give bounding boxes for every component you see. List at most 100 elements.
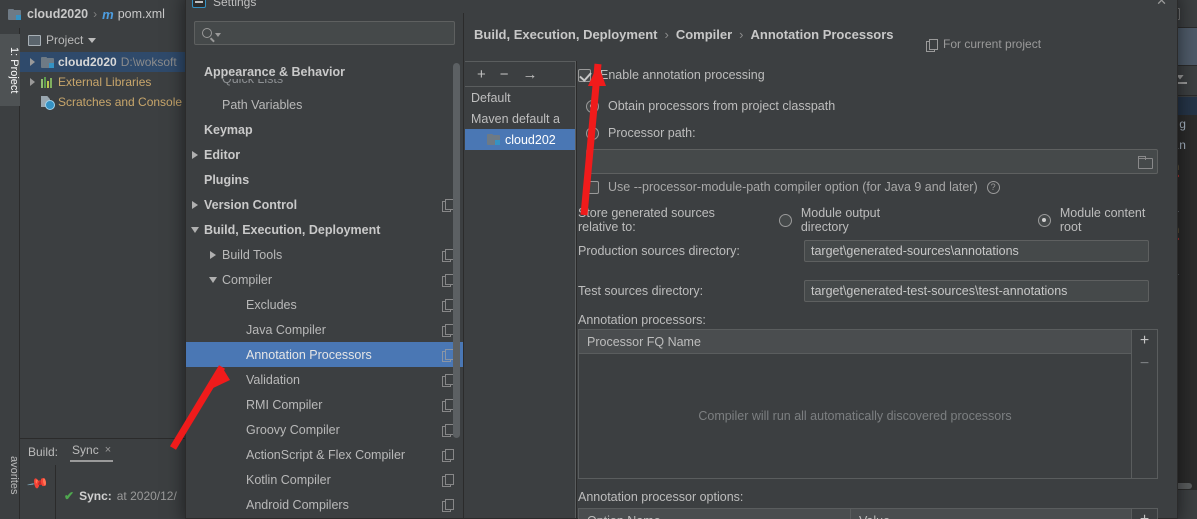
empty-text: Compiler will run all automatically disc… bbox=[698, 409, 1012, 423]
column-header-value-cell[interactable]: Value bbox=[851, 509, 1131, 519]
add-processor-button[interactable]: + bbox=[1140, 333, 1149, 349]
help-icon[interactable]: ? bbox=[986, 180, 1000, 194]
module-list-item-maven-default[interactable]: Maven default a bbox=[465, 108, 575, 129]
expand-arrow-icon[interactable] bbox=[30, 78, 35, 86]
sidebar-item-rmi-compiler[interactable]: RMI Compiler bbox=[186, 392, 463, 417]
enable-annotation-processing-row[interactable]: Enable annotation processing bbox=[578, 68, 765, 82]
close-icon[interactable]: × bbox=[105, 444, 111, 456]
project-tree-item-path: D:\woksoft bbox=[120, 55, 177, 69]
for-current-project-text: For current project bbox=[943, 37, 1042, 51]
expand-arrow-icon[interactable] bbox=[30, 58, 35, 66]
sidebar-item-build-tools[interactable]: Build Tools bbox=[186, 242, 463, 267]
sidebar-item-path-variables[interactable]: Path Variables bbox=[186, 92, 463, 117]
toolwindow-tab-favorites[interactable]: avorites bbox=[0, 438, 20, 513]
chevron-down-icon[interactable] bbox=[88, 37, 97, 43]
copy-settings-icon[interactable] bbox=[442, 199, 454, 212]
build-status-row[interactable]: ✔ Sync: at 2020/12/ bbox=[56, 465, 177, 519]
copy-settings-icon[interactable] bbox=[442, 349, 454, 362]
settings-tree-scrollbar[interactable] bbox=[453, 63, 460, 438]
sidebar-item-validation[interactable]: Validation bbox=[186, 367, 463, 392]
processor-path-input[interactable] bbox=[586, 149, 1158, 174]
pin-icon[interactable]: 📌 bbox=[25, 472, 49, 496]
enable-annotation-processing-checkbox[interactable] bbox=[578, 68, 591, 82]
sidebar-item-android-compilers[interactable]: Android Compilers bbox=[186, 492, 463, 517]
copy-settings-icon[interactable] bbox=[442, 324, 454, 337]
copy-settings-icon[interactable] bbox=[442, 374, 454, 387]
sidebar-item-groovy-compiler[interactable]: Groovy Compiler bbox=[186, 417, 463, 442]
project-panel-header[interactable]: Project bbox=[20, 28, 186, 52]
sidebar-item-java-compiler[interactable]: Java Compiler bbox=[186, 317, 463, 342]
project-tree-item-scratches[interactable]: Scratches and Console bbox=[20, 92, 186, 112]
collapse-arrow-icon[interactable] bbox=[186, 226, 204, 233]
copy-settings-icon[interactable] bbox=[442, 449, 454, 462]
module-output-directory-label: Module output directory bbox=[800, 206, 881, 234]
obtain-processors-radio[interactable] bbox=[586, 99, 599, 113]
module-list-item-default[interactable]: Default bbox=[465, 87, 575, 108]
sidebar-item-label: Excludes bbox=[246, 297, 297, 312]
sidebar-item-keymap[interactable]: Keymap bbox=[186, 117, 463, 142]
use-processor-module-path-checkbox[interactable] bbox=[586, 180, 599, 194]
test-sources-input[interactable]: target\generated-test-sources\test-annot… bbox=[804, 280, 1149, 302]
search-input[interactable] bbox=[224, 26, 454, 40]
settings-search-box[interactable] bbox=[194, 21, 455, 45]
sidebar-item-quick-lists[interactable]: Quick Lists bbox=[186, 79, 463, 92]
dialog-close-button[interactable]: ✕ bbox=[1156, 0, 1167, 9]
sidebar-item-label: Build Tools bbox=[222, 247, 283, 262]
column-header-processor-fq-name[interactable]: Processor FQ Name bbox=[579, 335, 701, 349]
copy-settings-icon[interactable] bbox=[442, 274, 454, 287]
breadcrumb-project[interactable]: cloud2020 bbox=[27, 7, 88, 21]
production-sources-input[interactable]: target\generated-sources\annotations bbox=[804, 240, 1149, 262]
store-generated-sources-row: Store generated sources relative to: Mod… bbox=[578, 206, 1158, 234]
annotation-processor-options-table-main[interactable]: Option Name Value bbox=[579, 509, 1131, 519]
remove-profile-button[interactable]: − bbox=[500, 67, 509, 82]
copy-settings-icon[interactable] bbox=[442, 424, 454, 437]
copy-settings-icon[interactable] bbox=[442, 299, 454, 312]
chevron-down-icon[interactable] bbox=[215, 33, 221, 37]
module-list-item-cloud2020[interactable]: cloud202 bbox=[465, 129, 575, 150]
expand-arrow-icon[interactable] bbox=[204, 250, 222, 259]
sidebar-item-editor[interactable]: Editor bbox=[186, 142, 463, 167]
copy-settings-icon[interactable] bbox=[442, 249, 454, 262]
sidebar-item-appearance-behavior[interactable]: Appearance & Behavior bbox=[186, 53, 463, 79]
sidebar-item-build-execution-deployment[interactable]: Build, Execution, Deployment bbox=[186, 217, 463, 242]
sidebar-item-version-control[interactable]: Version Control bbox=[186, 192, 463, 217]
add-option-button[interactable]: + bbox=[1140, 512, 1149, 519]
sidebar-item-excludes[interactable]: Excludes bbox=[186, 292, 463, 317]
obtain-processors-classpath-row[interactable]: Obtain processors from project classpath bbox=[586, 99, 835, 113]
build-panel-header: Build: Sync × bbox=[20, 439, 186, 465]
move-to-profile-button[interactable]: → bbox=[523, 67, 538, 82]
module-content-root-radio[interactable] bbox=[1037, 213, 1051, 227]
test-sources-row: Test sources directory: target\generated… bbox=[578, 280, 1158, 302]
build-tab-sync[interactable]: Sync × bbox=[70, 443, 114, 462]
module-list-item-label: Default bbox=[471, 90, 511, 105]
copy-settings-icon[interactable] bbox=[442, 499, 454, 512]
copy-settings-icon[interactable] bbox=[442, 474, 454, 487]
project-tree-item-external-libraries[interactable]: External Libraries bbox=[20, 72, 186, 92]
project-tree-item-cloud2020[interactable]: cloud2020 D:\woksoft bbox=[20, 52, 186, 72]
browse-folder-icon[interactable] bbox=[1138, 156, 1153, 169]
sidebar-item-kotlin-compiler[interactable]: Kotlin Compiler bbox=[186, 467, 463, 492]
processor-path-row[interactable]: Processor path: bbox=[586, 126, 696, 140]
column-header-option-name-cell[interactable]: Option Name bbox=[579, 509, 851, 519]
breadcrumb-file[interactable]: pom.xml bbox=[118, 7, 165, 21]
use-processor-module-path-row[interactable]: Use --processor-module-path compiler opt… bbox=[586, 180, 1000, 194]
breadcrumb: Build, Execution, Deployment › Compiler … bbox=[474, 27, 894, 42]
sidebar-item-plugins[interactable]: Plugins bbox=[186, 167, 463, 192]
sidebar-item-actionscript-flex-compiler[interactable]: ActionScript & Flex Compiler bbox=[186, 442, 463, 467]
remove-processor-button[interactable]: − bbox=[1140, 356, 1149, 372]
sidebar-item-label: RMI Compiler bbox=[246, 397, 323, 412]
module-output-directory-radio[interactable] bbox=[778, 213, 792, 227]
sidebar-item-annotation-processors[interactable]: Annotation Processors bbox=[186, 342, 463, 367]
annotation-processors-table-main[interactable]: Processor FQ Name Compiler will run all … bbox=[579, 330, 1131, 478]
processor-path-radio[interactable] bbox=[586, 126, 599, 140]
expand-arrow-icon[interactable] bbox=[186, 200, 204, 209]
add-profile-button[interactable]: + bbox=[477, 67, 486, 82]
annotation-processors-table: Processor FQ Name Compiler will run all … bbox=[578, 329, 1158, 479]
sidebar-item-label: Build, Execution, Deployment bbox=[204, 222, 381, 237]
expand-arrow-icon[interactable] bbox=[186, 150, 204, 159]
sidebar-item-compiler[interactable]: Compiler bbox=[186, 267, 463, 292]
collapse-arrow-icon[interactable] bbox=[204, 276, 222, 283]
copy-settings-icon[interactable] bbox=[442, 399, 454, 412]
annotation-processors-table-header: Processor FQ Name bbox=[579, 330, 1131, 354]
toolwindow-tab-project[interactable]: 1: Project bbox=[0, 34, 20, 106]
